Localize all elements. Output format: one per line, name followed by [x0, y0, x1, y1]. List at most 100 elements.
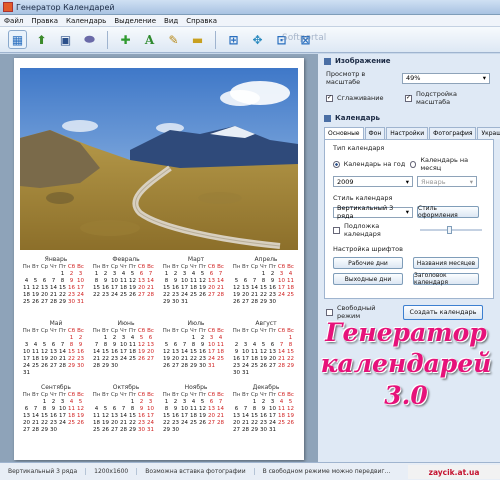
month-block: Август Пн Вт Ср Чт Пт Сб Вс 1 2 3 4 5 6 7 8 9 10 11 12 13 14 1…	[230, 320, 300, 384]
day-cell: 10	[77, 278, 84, 284]
underlay-checkbox[interactable]	[333, 226, 340, 234]
week-row: 2345678	[232, 342, 300, 349]
day-cell: 25	[93, 427, 100, 433]
calendar-section-header[interactable]: Календарь	[318, 111, 500, 125]
week-row: 8 9 10 11 12 13 14	[162, 278, 230, 285]
month-names-button[interactable]: Названия месяцев	[413, 257, 479, 269]
week-row: 1234	[232, 271, 300, 278]
smoothing-checkbox[interactable]: ✓	[326, 94, 333, 102]
day-cell	[137, 363, 146, 370]
weekday-label: Пт	[268, 328, 277, 334]
day-cell: 19	[138, 349, 145, 355]
day-cell: 2	[200, 335, 205, 341]
day-cell: 24	[269, 420, 276, 426]
day-cell	[67, 427, 76, 434]
text-icon[interactable]: A	[140, 30, 159, 49]
day-cell	[22, 399, 31, 406]
day-cell: 21	[120, 420, 127, 426]
day-cell: 24	[278, 292, 285, 298]
tab-background[interactable]: Фон	[364, 127, 386, 139]
year-radio[interactable]	[333, 160, 340, 168]
day-cell: 25	[190, 420, 197, 426]
month-block: Июль Пн Вт Ср Чт Пт Сб Вс 1 2 3 4 5 6 7 8 9 10 11 12 13 14 15 1…	[160, 320, 230, 384]
menu-calendar[interactable]: Календарь	[66, 17, 106, 25]
day-cell: 6	[42, 278, 47, 284]
print-icon[interactable]: ⬬	[80, 30, 99, 49]
day-cell: 26	[163, 363, 170, 369]
workdays-button[interactable]: Рабочие дни	[333, 257, 403, 269]
weekends-button[interactable]: Выходные дни	[333, 273, 403, 285]
day-cell: 15	[68, 349, 75, 355]
menu-edit[interactable]: Правка	[31, 17, 58, 25]
day-cell: 3	[112, 271, 117, 277]
tab-settings[interactable]: Настройки	[386, 127, 429, 139]
tab-decorations[interactable]: Украшения	[477, 127, 500, 139]
month-name: Март	[187, 256, 205, 263]
day-cell: 5	[42, 342, 47, 348]
day-cell: 22	[59, 292, 66, 298]
day-cell	[101, 399, 110, 406]
zoom-label: Просмотр в масштабе	[326, 70, 366, 86]
calendar-page[interactable]: Январь Пн Вт Ср Чт Пт Сб Вс 1 2 3 4 5 6 7 8 9 10 11 12 13 14 1…	[14, 58, 304, 460]
day-cell: 8	[261, 278, 266, 284]
week-row: 4 5 6 7 8 9 10	[22, 278, 90, 285]
day-cell: 26	[287, 420, 294, 426]
image-section-header[interactable]: Изображение	[318, 54, 500, 68]
month-select[interactable]: Январь ▾	[417, 176, 477, 187]
menu-selection[interactable]: Выделение	[114, 17, 156, 25]
tab-photo[interactable]: Фотография	[429, 127, 477, 139]
slider-handle[interactable]	[447, 226, 452, 234]
weekday-label: Сб	[277, 328, 286, 334]
day-cell: 10	[181, 406, 188, 412]
style-button[interactable]: Стиль оформления	[417, 205, 479, 219]
weekday-label: Пн	[92, 264, 101, 270]
style-select[interactable]: Вертикальный 3 ряда ▾	[333, 204, 413, 220]
add-image-icon[interactable]: ✚	[116, 30, 135, 49]
week-row: 15 16 17 18 19 20 21	[162, 413, 230, 420]
tab-main[interactable]: Основные	[324, 127, 364, 139]
day-cell: 10	[278, 278, 285, 284]
landscape-photo[interactable]	[20, 68, 298, 250]
image-icon[interactable]: ▬	[188, 30, 207, 49]
new-project-icon[interactable]: ▦	[8, 30, 27, 49]
style-value: Вертикальный 3 ряда	[337, 204, 394, 220]
day-cell: 24	[120, 356, 127, 362]
week-row: 11 12 13 14 15 16 17	[22, 285, 90, 292]
day-cell: 26	[77, 420, 84, 426]
year-select[interactable]: 2009 ▾	[333, 176, 413, 187]
month-name: Сентябрь	[41, 384, 71, 391]
day-cell	[241, 399, 250, 406]
zoom-select[interactable]: 49% ▾	[402, 72, 490, 84]
chevron-down-icon: ▾	[482, 74, 486, 82]
day-cell	[58, 370, 67, 377]
menu-view[interactable]: Вид	[164, 17, 178, 25]
day-cell: 28	[50, 299, 57, 305]
day-cell	[241, 271, 250, 278]
preview-area[interactable]: Январь Пн Вт Ср Чт Пт Сб Вс 1 2 3 4 5 6 7 8 9 10 11 12 13 14 1…	[0, 54, 318, 462]
week-row: 27 28 29 30 31	[232, 427, 300, 434]
grid-icon[interactable]: ⊞	[224, 30, 243, 49]
fit-checkbox[interactable]: ✓	[405, 94, 412, 102]
day-cell: 2	[270, 271, 275, 277]
move-icon[interactable]: ✥	[248, 30, 267, 49]
day-cell: 29	[163, 299, 170, 305]
day-cell: 15	[41, 413, 48, 419]
month-radio[interactable]	[409, 160, 417, 168]
free-mode-checkbox[interactable]	[326, 308, 333, 316]
day-cell	[259, 370, 268, 377]
edit-icon[interactable]: ✎	[164, 30, 183, 49]
day-cell: 14	[147, 278, 154, 284]
day-cell: 12	[233, 285, 240, 291]
menu-help[interactable]: Справка	[186, 17, 217, 25]
month-block: Сентябрь Пн Вт Ср Чт Пт Сб Вс 1 2 3 4 5 6 7 8 9 10 11 12 13 1…	[20, 384, 90, 448]
menu-file[interactable]: Файл	[4, 17, 23, 25]
header-button[interactable]: Заголовок календаря	[413, 272, 479, 286]
save-icon[interactable]: ▣	[56, 30, 75, 49]
weekday-label: Чт	[50, 264, 57, 270]
underlay-slider[interactable]	[420, 226, 482, 234]
day-cell: 25	[23, 299, 30, 305]
day-cell: 19	[199, 285, 206, 291]
open-icon[interactable]: ⬆	[32, 30, 51, 49]
day-cell: 8	[69, 342, 74, 348]
status-size: 1200x1600	[86, 468, 138, 475]
